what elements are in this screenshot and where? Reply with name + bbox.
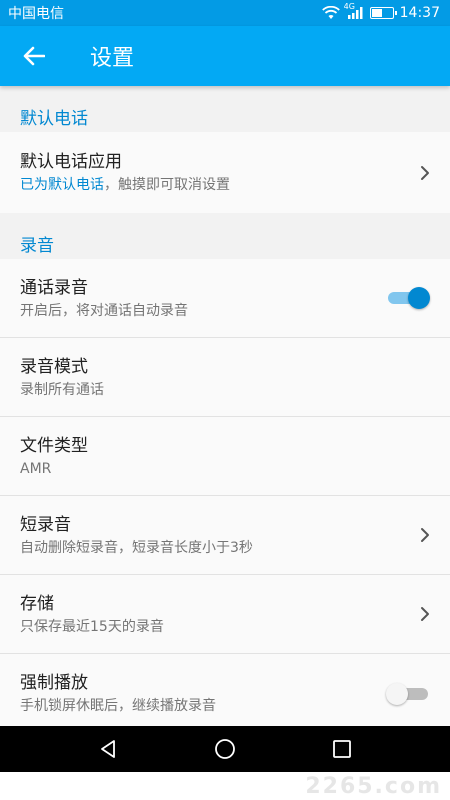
- call-recording-switch[interactable]: [386, 286, 430, 310]
- watermark: 2265.com: [0, 772, 450, 800]
- setting-subtitle: AMR: [20, 460, 52, 477]
- setting-subtitle: 录制所有通话: [20, 381, 104, 398]
- cell-signal: 4G: [344, 2, 364, 20]
- page-title: 设置: [90, 46, 135, 71]
- setting-row-text: 默认电话应用 已为默认电话，触摸即可取消设置: [20, 150, 406, 195]
- setting-row-force-playback[interactable]: 强制播放 手机锁屏休眠后，继续播放录音: [0, 654, 450, 726]
- setting-subtitle: 自动删除短录音，短录音长度小于3秒: [20, 539, 253, 556]
- status-bar: 中国电信 4G 14:37: [0, 0, 450, 26]
- chevron-right-icon: [406, 165, 430, 181]
- battery-fill: [371, 9, 382, 17]
- switch-thumb: [408, 287, 430, 309]
- setting-title: 录音模式: [20, 356, 88, 377]
- force-playback-switch[interactable]: [386, 682, 430, 706]
- back-button[interactable]: [0, 26, 68, 86]
- nav-back-button[interactable]: [88, 729, 128, 769]
- home-circle-icon: [215, 739, 235, 759]
- setting-row-text: 录音模式 录制所有通话: [20, 355, 430, 400]
- setting-row-storage[interactable]: 存储 只保存最近15天的录音: [0, 575, 450, 654]
- section-header-recording: 录音: [0, 213, 450, 259]
- setting-row-text: 文件类型 AMR: [20, 434, 430, 479]
- setting-subtitle: 已为默认电话，触摸即可取消设置: [20, 175, 406, 195]
- carrier-label: 中国电信: [8, 6, 64, 22]
- setting-subtitle: 只保存最近15天的录音: [20, 618, 164, 635]
- setting-subtitle: 手机锁屏休眠后，继续播放录音: [20, 698, 216, 714]
- settings-list: 默认电话 默认电话应用 已为默认电话，触摸即可取消设置 录音 通话录音 开启后，…: [0, 86, 450, 726]
- setting-row-short-recording[interactable]: 短录音 自动删除短录音，短录音长度小于3秒: [0, 496, 450, 575]
- setting-row-text: 存储 只保存最近15天的录音: [20, 592, 406, 637]
- setting-title: 默认电话应用: [20, 152, 122, 172]
- switch-thumb: [386, 682, 408, 705]
- setting-title: 短录音: [20, 514, 71, 535]
- back-triangle-icon: [101, 740, 116, 758]
- nav-recents-button[interactable]: [322, 729, 362, 769]
- nav-home-button[interactable]: [205, 729, 245, 769]
- setting-title: 文件类型: [20, 435, 88, 456]
- network-type-label: 4G: [343, 2, 355, 11]
- wifi-icon: [321, 6, 340, 19]
- setting-row-text: 通话录音 开启后，将对通话自动录音: [20, 276, 386, 321]
- setting-row-default-phone-app[interactable]: 默认电话应用 已为默认电话，触摸即可取消设置: [0, 132, 450, 213]
- setting-row-call-recording[interactable]: 通话录音 开启后，将对通话自动录音: [0, 259, 450, 338]
- setting-title: 通话录音: [20, 277, 88, 298]
- setting-row-file-type[interactable]: 文件类型 AMR: [0, 417, 450, 496]
- setting-row-text: 强制播放 手机锁屏休眠后，继续播放录音: [20, 671, 386, 716]
- navigation-bar: [0, 726, 450, 772]
- setting-subtitle: 开启后，将对通话自动录音: [20, 302, 188, 319]
- setting-subtitle-highlight: 已为默认电话: [20, 177, 104, 193]
- setting-subtitle-rest: ，触摸即可取消设置: [104, 177, 230, 193]
- setting-title: 存储: [20, 593, 54, 614]
- setting-title: 强制播放: [20, 673, 88, 693]
- section-header-default-phone: 默认电话: [0, 86, 450, 132]
- setting-row-text: 短录音 自动删除短录音，短录音长度小于3秒: [20, 513, 406, 558]
- chevron-right-icon: [406, 606, 430, 622]
- recents-square-icon: [332, 740, 351, 758]
- clock-label: 14:37: [399, 5, 440, 21]
- setting-row-recording-mode[interactable]: 录音模式 录制所有通话: [0, 338, 450, 417]
- status-icons: 4G 14:37: [321, 2, 440, 21]
- app-bar: 设置: [0, 26, 450, 86]
- chevron-right-icon: [406, 527, 430, 543]
- battery-icon: [369, 7, 397, 19]
- arrow-left-icon: [23, 46, 45, 66]
